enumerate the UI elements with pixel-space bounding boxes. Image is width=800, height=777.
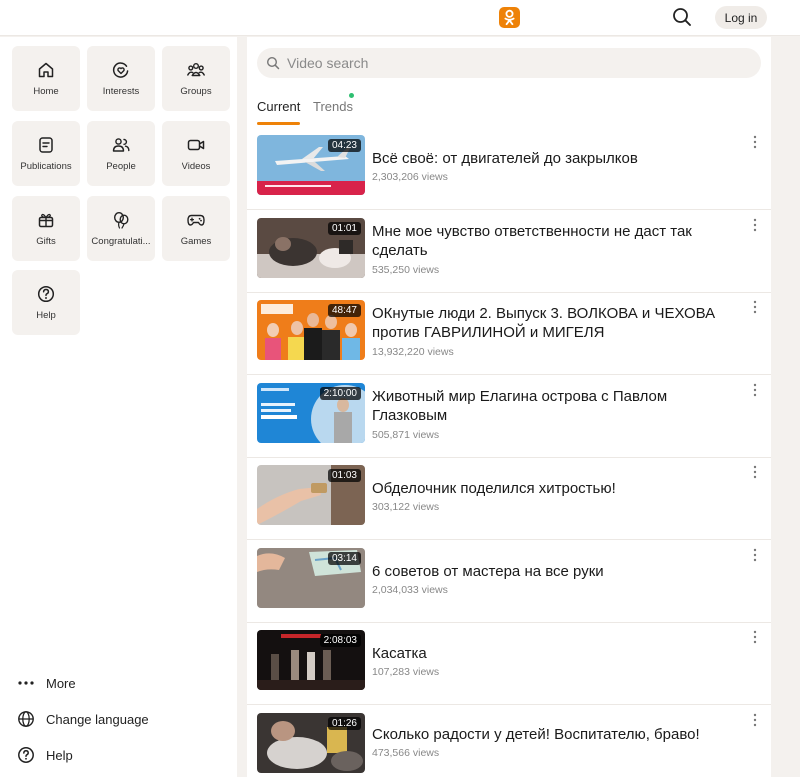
- video-views: 505,871 views: [372, 429, 440, 441]
- sidebar-tile-label: Videos: [181, 161, 211, 172]
- sidebar-change-language-link[interactable]: Change language: [17, 708, 149, 730]
- right-gutter: [771, 37, 800, 777]
- kebab-menu-icon[interactable]: [751, 300, 759, 314]
- video-duration: 2:08:03: [319, 634, 361, 647]
- video-thumbnail[interactable]: 2:10:00: [257, 383, 365, 443]
- video-views: 13,932,220 views: [372, 346, 454, 358]
- gamepad-icon: [187, 214, 205, 226]
- sidebar-tile-home[interactable]: Home: [12, 46, 80, 111]
- video-item[interactable]: 2:10:00 Животный мир Елагина острова с П…: [247, 375, 771, 458]
- publications-icon: [39, 137, 53, 153]
- trends-indicator-dot: [349, 93, 354, 98]
- ok-logo[interactable]: [499, 7, 520, 28]
- sidebar-tile-label: People: [106, 161, 136, 172]
- tab-trends[interactable]: Trends: [313, 99, 353, 114]
- sidebar-tile-label: Interests: [102, 86, 140, 97]
- search-icon: [266, 56, 280, 70]
- tab-current[interactable]: Current: [257, 99, 301, 125]
- video-duration: 2:10:00: [319, 387, 361, 400]
- video-title[interactable]: Обделочник поделился хитростью!: [372, 479, 737, 498]
- sidebar-tile-groups[interactable]: Groups: [162, 46, 230, 111]
- video-title[interactable]: Всё своё: от двигателей до закрылков: [372, 149, 737, 168]
- video-search-input[interactable]: [257, 48, 761, 78]
- video-views: 2,034,033 views: [372, 584, 448, 596]
- home-icon: [38, 62, 54, 78]
- balloons-icon: [113, 211, 129, 229]
- video-item[interactable]: 2:08:03 Касатка 107,283 views: [247, 622, 771, 705]
- globe-icon: [18, 711, 34, 727]
- video-views: 107,283 views: [372, 666, 440, 678]
- video-views: 2,303,206 views: [372, 171, 448, 183]
- video-title[interactable]: ОКнутые люди 2. Выпуск 3. ВОЛКОВА и ЧЕХО…: [372, 304, 737, 342]
- video-item[interactable]: 03:14 6 советов от мастера на все руки 2…: [247, 540, 771, 623]
- help-icon: [37, 285, 55, 303]
- sidebar-help-link[interactable]: Help: [17, 744, 73, 766]
- sidebar-tile-games[interactable]: Games: [162, 196, 230, 261]
- interests-icon: [112, 62, 129, 78]
- sidebar-tile-congratulations[interactable]: Congratulati...: [87, 196, 155, 261]
- video-duration: 04:23: [327, 139, 361, 152]
- sidebar-tile-label: Groups: [180, 86, 212, 97]
- sidebar-tile-videos[interactable]: Videos: [162, 121, 230, 186]
- more-icon: [18, 681, 34, 685]
- help-icon: [18, 747, 34, 763]
- videos-icon: [187, 139, 205, 151]
- video-duration: 01:26: [327, 717, 361, 730]
- video-views: 535,250 views: [372, 264, 440, 276]
- sidebar-tile-label: Congratulati...: [91, 236, 151, 247]
- video-item[interactable]: 01:03 Обделочник поделился хитростью! 30…: [247, 457, 771, 540]
- video-thumbnail[interactable]: 01:03: [257, 465, 365, 525]
- sidebar-tile-label: Publications: [20, 161, 72, 172]
- sidebar: Home Interests Groups Publications Peopl…: [0, 37, 237, 777]
- sidebar-more-link[interactable]: More: [17, 672, 76, 694]
- sidebar-tile-label: Games: [180, 236, 212, 247]
- video-thumbnail[interactable]: 04:23: [257, 135, 365, 195]
- sidebar-tile-publications[interactable]: Publications: [12, 121, 80, 186]
- people-icon: [112, 138, 130, 152]
- groups-icon: [187, 63, 205, 77]
- video-duration: 01:01: [327, 222, 361, 235]
- sidebar-tile-people[interactable]: People: [87, 121, 155, 186]
- video-item[interactable]: 48:47 ОКнутые люди 2. Выпуск 3. ВОЛКОВА …: [247, 292, 771, 375]
- video-duration: 01:03: [327, 469, 361, 482]
- video-views: 303,122 views: [372, 501, 440, 513]
- sidebar-tile-label: Gifts: [36, 236, 56, 247]
- video-item[interactable]: 01:26 Сколько радости у детей! Воспитате…: [247, 705, 771, 777]
- video-feed-panel: Current Trends 04:23 Всё своё: от двигат…: [247, 37, 771, 777]
- sidebar-link-label: More: [46, 675, 76, 691]
- video-title[interactable]: Сколько радости у детей! Воспитателю, бр…: [372, 725, 737, 744]
- video-title[interactable]: Касатка: [372, 644, 737, 663]
- sidebar-tile-interests[interactable]: Interests: [87, 46, 155, 111]
- kebab-menu-icon[interactable]: [751, 383, 759, 397]
- video-thumbnail[interactable]: 01:01: [257, 218, 365, 278]
- video-thumbnail[interactable]: 01:26: [257, 713, 365, 773]
- kebab-menu-icon[interactable]: [751, 630, 759, 644]
- login-button[interactable]: Log in: [715, 6, 767, 29]
- video-thumbnail[interactable]: 03:14: [257, 548, 365, 608]
- sidebar-link-label: Help: [46, 747, 73, 763]
- kebab-menu-icon[interactable]: [751, 218, 759, 232]
- sidebar-link-label: Change language: [46, 711, 149, 727]
- video-title[interactable]: Животный мир Елагина острова с Павлом Гл…: [372, 387, 737, 425]
- kebab-menu-icon[interactable]: [751, 548, 759, 562]
- video-thumbnail[interactable]: 48:47: [257, 300, 365, 360]
- gift-icon: [38, 213, 54, 228]
- video-views: 473,566 views: [372, 747, 440, 759]
- video-thumbnail[interactable]: 2:08:03: [257, 630, 365, 690]
- sidebar-tile-help[interactable]: Help: [12, 270, 80, 335]
- sidebar-tile-gifts[interactable]: Gifts: [12, 196, 80, 261]
- video-duration: 03:14: [327, 552, 361, 565]
- sidebar-tile-label: Help: [36, 310, 56, 321]
- video-item[interactable]: 01:01 Мне мое чувство ответственности не…: [247, 210, 771, 293]
- kebab-menu-icon[interactable]: [751, 465, 759, 479]
- video-duration: 48:47: [327, 304, 361, 317]
- top-bar: Log in: [0, 0, 800, 36]
- sidebar-tile-label: Home: [33, 86, 59, 97]
- kebab-menu-icon[interactable]: [751, 713, 759, 727]
- kebab-menu-icon[interactable]: [751, 135, 759, 149]
- video-title[interactable]: 6 советов от мастера на все руки: [372, 562, 737, 581]
- video-title[interactable]: Мне мое чувство ответственности не даст …: [372, 222, 737, 260]
- video-item[interactable]: 04:23 Всё своё: от двигателей до закрылк…: [247, 127, 771, 210]
- search-icon[interactable]: [671, 6, 693, 28]
